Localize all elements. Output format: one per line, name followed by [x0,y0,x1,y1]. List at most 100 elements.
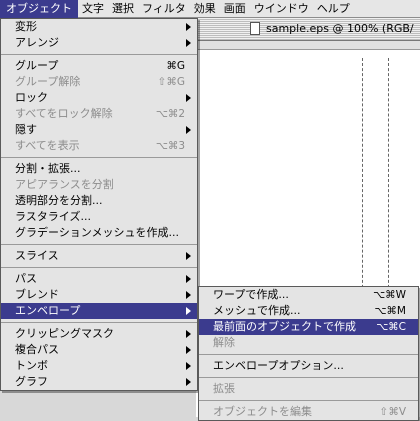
menu-shortcut: ⇧⌘V [379,406,406,418]
envelope-menu-item[interactable]: エンベロープオプション... [199,358,418,374]
menubar-view[interactable]: 画面 [220,0,250,18]
submenu-arrow-icon [186,378,191,386]
object-menu-item[interactable]: ブレンド [1,287,197,303]
menubar-window[interactable]: ウインドウ [250,0,313,18]
ruler [196,41,420,50]
object-menu: 変形 アレンジ グループ ⌘G グループ解除 ⇧⌘G ロック すべてをロック解除 ⌥⌘2 隠す すべ… [0,18,198,391]
object-menu-item[interactable]: エンベロープ [1,303,197,319]
page-boundary-line [388,58,389,298]
document-titlebar[interactable]: sample.eps @ 100% (RGB/ [196,18,420,41]
menu-shortcut: ⌥⌘C [376,321,406,333]
object-menu-item[interactable]: クリッピングマスク [1,326,197,342]
object-menu-item[interactable]: 変形 [1,19,197,35]
object-menu-item[interactable]: 透明部分を分割... [1,193,197,209]
menu-item-label: 透明部分を分割... [15,194,103,207]
submenu-arrow-icon [186,307,191,315]
envelope-menu-item: オブジェクトを編集 ⇧⌘V [199,404,418,420]
menu-item-label: オブジェクトを編集 [213,405,312,418]
menu-shortcut: ⇧⌘G [157,76,185,88]
object-menu-item: アピアランスを分割 [1,177,197,193]
menu-shortcut: ⌘G [166,60,185,72]
menu-item-label: ラスタライズ... [15,210,91,223]
document-title: sample.eps @ 100% (RGB/ [266,22,414,35]
object-menu-item[interactable]: グループ ⌘G [1,58,197,74]
object-menu-item: すべてを表示 ⌥⌘3 [1,138,197,154]
menu-shortcut: ⌥⌘3 [155,140,185,152]
menubar-help[interactable]: ヘルプ [313,0,354,18]
menubar-type[interactable]: 文字 [78,0,108,18]
object-menu-item[interactable]: パス [1,271,197,287]
object-menu-item[interactable]: スライス [1,248,197,264]
submenu-arrow-icon [186,23,191,31]
menu-item-label: 解除 [213,336,235,349]
submenu-arrow-icon [186,346,191,354]
menu-item-label: ワープで作成... [213,288,289,301]
menu-item-label: 隠す [15,123,37,136]
envelope-menu-item[interactable]: ワープで作成... ⌥⌘W [199,287,418,303]
envelope-menu-item: 解除 [199,335,418,351]
submenu-arrow-icon [186,291,191,299]
menu-item-label: パス [15,272,37,285]
submenu-arrow-icon [186,94,191,102]
menu-separator [1,241,197,248]
menu-item-label: すべてを表示 [15,139,80,152]
submenu-arrow-icon [186,362,191,370]
menu-item-label: スライス [15,249,59,262]
menu-item-label: 拡張 [213,382,235,395]
document-file-icon [250,22,260,35]
menu-separator [1,51,197,58]
menu-item-label: グループ [15,59,59,72]
menu-bar: オブジェクト 文字 選択 フィルタ 効果 画面 ウインドウ ヘルプ [0,0,420,18]
menu-item-label: ロック [15,91,48,104]
menu-separator [199,397,418,404]
menubar-effect[interactable]: 効果 [190,0,220,18]
menu-item-label: アピアランスを分割 [15,178,114,191]
menu-separator [1,264,197,271]
menu-item-label: 複合パス [15,343,59,356]
menu-shortcut: ⌥⌘M [374,305,406,317]
object-menu-item[interactable]: トンボ [1,358,197,374]
submenu-arrow-icon [186,39,191,47]
object-menu-item[interactable]: 複合パス [1,342,197,358]
menu-separator [199,374,418,381]
menu-item-label: 最前面のオブジェクトで作成 [213,320,356,333]
menu-item-label: 変形 [15,20,37,33]
object-menu-item[interactable]: 隠す [1,122,197,138]
menu-item-label: クリッピングマスク [15,327,114,340]
menu-item-label: トンボ [15,359,48,372]
envelope-menu-item[interactable]: メッシュで作成... ⌥⌘M [199,303,418,319]
submenu-arrow-icon [186,252,191,260]
envelope-menu-item: 拡張 [199,381,418,397]
menu-separator [1,154,197,161]
page-boundary-line [362,58,363,298]
object-menu-item[interactable]: グラフ [1,374,197,390]
submenu-arrow-icon [186,330,191,338]
menu-item-label: メッシュで作成... [213,304,301,317]
submenu-arrow-icon [186,275,191,283]
menubar-select[interactable]: 選択 [108,0,138,18]
menu-item-label: エンベロープオプション... [213,359,344,372]
menu-shortcut: ⌥⌘W [373,289,406,301]
object-menu-item[interactable]: グラデーションメッシュを作成... [1,225,197,241]
object-menu-item[interactable]: 分割・拡張... [1,161,197,177]
menu-item-label: グループ解除 [15,75,81,88]
submenu-arrow-icon [186,126,191,134]
object-menu-item[interactable]: ラスタライズ... [1,209,197,225]
menubar-filter[interactable]: フィルタ [138,0,190,18]
object-menu-item: グループ解除 ⇧⌘G [1,74,197,90]
menu-item-label: グラデーションメッシュを作成... [15,226,179,239]
envelope-submenu: ワープで作成... ⌥⌘W メッシュで作成... ⌥⌘M 最前面のオブジェクトで作成 ⌥⌘… [198,286,419,421]
menu-item-label: エンベロープ [15,304,81,317]
menu-item-label: ブレンド [15,288,59,301]
object-menu-item[interactable]: アレンジ [1,35,197,51]
menu-item-label: すべてをロック解除 [15,107,113,120]
object-menu-item: すべてをロック解除 ⌥⌘2 [1,106,197,122]
menu-item-label: 分割・拡張... [15,162,81,175]
menu-item-label: アレンジ [15,36,59,49]
menu-item-label: グラフ [15,375,48,388]
menu-shortcut: ⌥⌘2 [155,108,185,120]
menubar-object[interactable]: オブジェクト [0,0,78,18]
menu-separator [1,319,197,326]
object-menu-item[interactable]: ロック [1,90,197,106]
envelope-menu-item[interactable]: 最前面のオブジェクトで作成 ⌥⌘C [199,319,418,335]
